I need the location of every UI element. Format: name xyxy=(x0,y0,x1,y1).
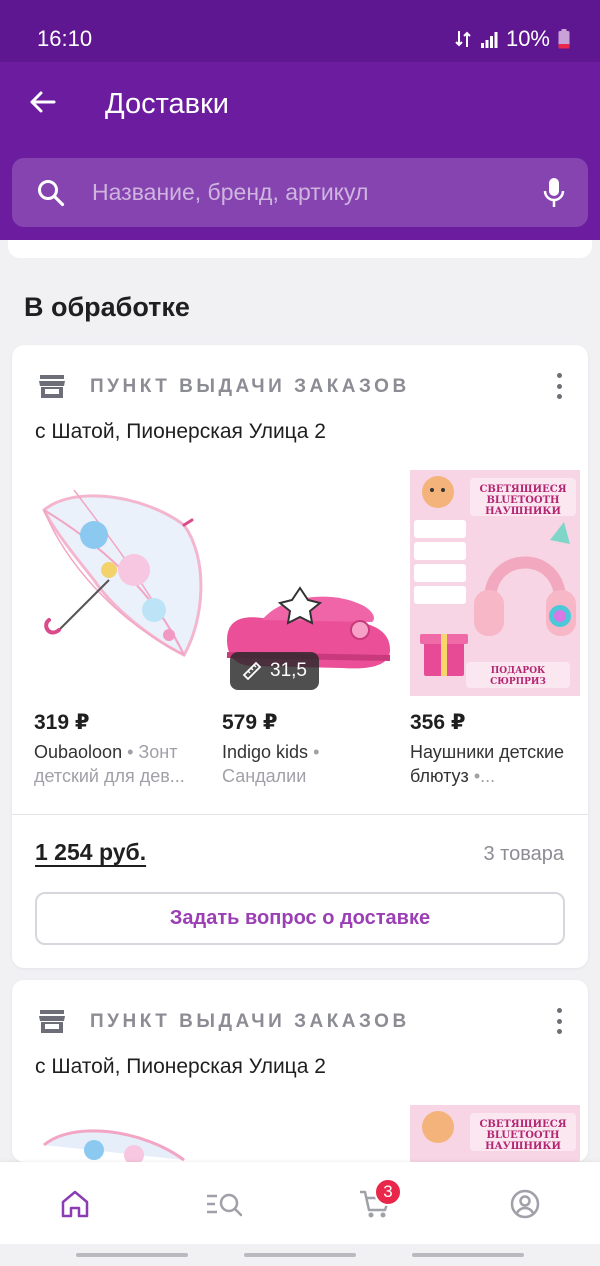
gesture-pill xyxy=(244,1253,356,1257)
card-header: ПУНКТ ВЫДАЧИ ЗАКАЗОВ xyxy=(12,345,588,425)
product-name: Наушники детские блютуз •... xyxy=(410,742,565,786)
back-button[interactable] xyxy=(24,84,60,120)
product-price: 319 ₽ xyxy=(34,711,90,734)
delivery-card[interactable]: ПУНКТ ВЫДАЧИ ЗАКАЗОВ с Шатой, Пионерская… xyxy=(12,980,588,1162)
back-arrow-icon xyxy=(30,91,56,113)
home-icon xyxy=(61,1190,89,1218)
store-icon xyxy=(39,375,65,398)
search-input[interactable] xyxy=(92,158,512,227)
size-badge: 31,5 xyxy=(230,652,319,690)
ask-delivery-question-button[interactable]: Задать вопрос о доставке xyxy=(35,892,565,945)
product-name: Oubaoloon • Зонт детский для дев... xyxy=(34,742,185,786)
status-bar: 16:10 10% xyxy=(0,0,600,62)
gesture-pill xyxy=(76,1253,188,1257)
nav-profile[interactable] xyxy=(505,1184,545,1224)
product-price: 579 ₽ xyxy=(222,711,278,734)
system-gesture-bar xyxy=(0,1244,600,1266)
profile-icon xyxy=(510,1189,540,1219)
status-icons: 10% xyxy=(454,26,570,52)
divider xyxy=(12,814,588,815)
nav-catalog[interactable] xyxy=(205,1184,245,1224)
mic-icon[interactable] xyxy=(542,176,566,210)
headphones-title-3: НАУШНИКИ xyxy=(485,506,561,517)
previous-card-edge xyxy=(8,240,592,258)
more-vertical-icon[interactable] xyxy=(548,371,570,401)
headphones-title-2: BLUETOOTH xyxy=(486,1130,559,1141)
product-category: ... xyxy=(480,766,496,786)
headphones-title-1: СВЕТЯЩИЕСЯ xyxy=(479,1119,566,1130)
product-image-umbrella xyxy=(34,470,204,696)
pickup-point-label: ПУНКТ ВЫДАЧИ ЗАКАЗОВ xyxy=(90,1011,410,1032)
delivery-address: с Шатой, Пионерская Улица 2 xyxy=(35,420,326,443)
page-title: Доставки xyxy=(105,88,229,120)
headphones-gift-1: ПОДАРОК xyxy=(491,666,546,676)
search-bar[interactable] xyxy=(12,158,588,227)
product-brand: Oubaoloon xyxy=(34,742,123,762)
ruler-icon xyxy=(242,661,262,681)
product-name: Indigo kids • Сандалии xyxy=(222,742,320,786)
delivery-card[interactable]: ПУНКТ ВЫДАЧИ ЗАКАЗОВ с Шатой, Пионерская… xyxy=(12,345,588,968)
signal-icon xyxy=(480,32,498,48)
data-transfer-icon xyxy=(455,31,471,47)
bottom-nav: 3 xyxy=(0,1162,600,1244)
battery-icon xyxy=(558,29,570,49)
store-icon xyxy=(39,1010,65,1033)
product-price: 356 ₽ xyxy=(410,711,466,734)
order-total[interactable]: 1 254 руб. xyxy=(35,839,146,866)
headphones-title-1: СВЕТЯЩИЕСЯ xyxy=(479,484,566,495)
section-title: В обработке xyxy=(24,292,190,322)
product-brand: Indigo kids xyxy=(222,742,309,762)
catalog-search-icon xyxy=(207,1193,243,1217)
app-bar: Доставки xyxy=(0,62,600,240)
battery-percent: 10% xyxy=(505,26,550,51)
product-image-umbrella xyxy=(34,1105,204,1162)
product-list: 319 ₽ Oubaoloon • Зонт детский для дев..… xyxy=(12,470,588,810)
cart-badge: 3 xyxy=(374,1178,402,1206)
more-vertical-icon[interactable] xyxy=(548,1006,570,1036)
delivery-address: с Шатой, Пионерская Улица 2 xyxy=(35,1055,326,1078)
headphones-title-3: НАУШНИКИ xyxy=(485,1141,561,1152)
nav-home[interactable] xyxy=(55,1184,95,1224)
size-value: 31,5 xyxy=(270,660,307,681)
headphones-gift-2: СЮРПРИЗ xyxy=(490,677,546,687)
gesture-pill xyxy=(412,1253,524,1257)
card-header: ПУНКТ ВЫДАЧИ ЗАКАЗОВ xyxy=(12,980,588,1060)
status-time: 16:10 xyxy=(37,26,93,51)
pickup-point-label: ПУНКТ ВЫДАЧИ ЗАКАЗОВ xyxy=(90,376,410,397)
headphones-title-2: BLUETOOTH xyxy=(486,495,559,506)
product-image-headphones: СВЕТЯЩИЕСЯ BLUETOOTH НАУШНИКИ ПОДАРОК СЮ… xyxy=(410,470,580,696)
search-icon xyxy=(38,180,65,207)
item-count: 3 товара xyxy=(483,843,564,865)
product-image-headphones: СВЕТЯЩИЕСЯ BLUETOOTH НАУШНИКИ xyxy=(410,1105,580,1162)
product-category: Сандалии xyxy=(222,766,307,786)
